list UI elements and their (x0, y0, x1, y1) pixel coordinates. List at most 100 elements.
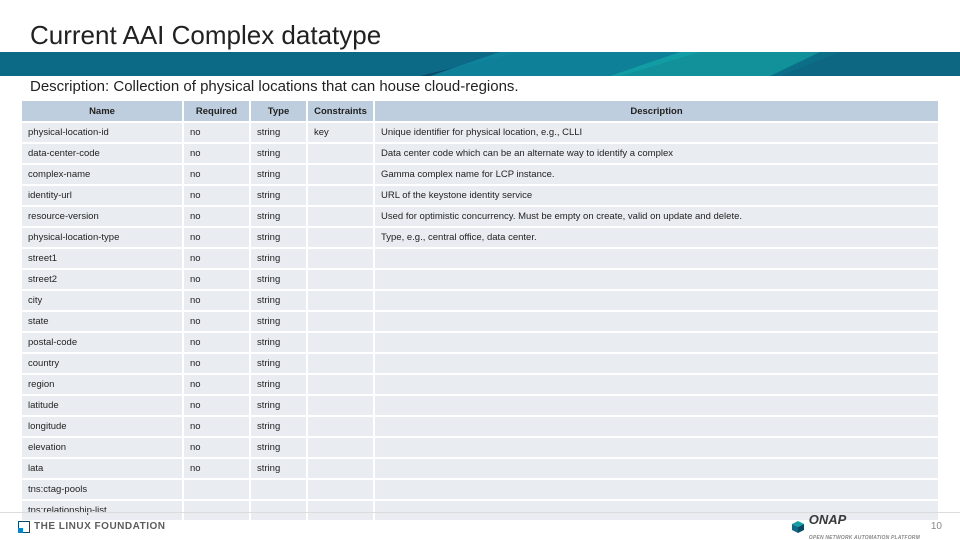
cell-constraints (308, 165, 373, 184)
cell-name: street2 (22, 270, 182, 289)
cell-desc (375, 333, 938, 352)
table-row: postal-codenostring (22, 333, 938, 352)
cell-type: string (251, 375, 306, 394)
onap-text: ONAP (809, 512, 847, 527)
col-required: Required (184, 101, 249, 121)
cell-type: string (251, 270, 306, 289)
cell-constraints (308, 354, 373, 373)
cell-type: string (251, 228, 306, 247)
cell-desc: Used for optimistic concurrency. Must be… (375, 207, 938, 226)
cell-required: no (184, 270, 249, 289)
page-title: Current AAI Complex datatype (0, 0, 960, 51)
cell-constraints (308, 186, 373, 205)
cell-name: city (22, 291, 182, 310)
cell-type: string (251, 186, 306, 205)
cell-name: street1 (22, 249, 182, 268)
cell-name: elevation (22, 438, 182, 457)
cell-desc: URL of the keystone identity service (375, 186, 938, 205)
table-row: resource-versionnostring Used for optimis… (22, 207, 938, 226)
cell-name: resource-version (22, 207, 182, 226)
cell-name: country (22, 354, 182, 373)
cell-name: identity-url (22, 186, 182, 205)
table-row: complex-namenostringGamma complex name f… (22, 165, 938, 184)
linux-foundation-icon (18, 521, 30, 533)
cell-name: lata (22, 459, 182, 478)
onap-logo: ONAP OPEN NETWORK AUTOMATION PLATFORM (791, 512, 920, 540)
cell-name: region (22, 375, 182, 394)
cell-desc (375, 438, 938, 457)
cell-type: string (251, 354, 306, 373)
cell-desc (375, 375, 938, 394)
cell-required: no (184, 228, 249, 247)
cell-constraints (308, 228, 373, 247)
cell-desc (375, 396, 938, 415)
footer-right: ONAP OPEN NETWORK AUTOMATION PLATFORM 10 (791, 512, 942, 540)
table-header-row: Name Required Type Constraints Descripti… (22, 101, 938, 121)
table-body: physical-location-idnostringkeyUnique id… (22, 123, 938, 520)
cell-constraints (308, 375, 373, 394)
col-description: Description (375, 101, 938, 121)
cell-required: no (184, 249, 249, 268)
cell-constraints (308, 144, 373, 163)
cell-constraints (308, 312, 373, 331)
cell-required: no (184, 165, 249, 184)
title-band-graphic (0, 52, 960, 76)
linux-foundation-logo: THE LINUX FOUNDATION (18, 521, 165, 533)
cell-required: no (184, 417, 249, 436)
table-row: regionnostring (22, 375, 938, 394)
cell-required: no (184, 123, 249, 142)
col-type: Type (251, 101, 306, 121)
cell-required: no (184, 333, 249, 352)
cell-required: no (184, 375, 249, 394)
cell-desc (375, 270, 938, 289)
cell-constraints (308, 291, 373, 310)
cell-required: no (184, 438, 249, 457)
cell-type: string (251, 459, 306, 478)
cell-required: no (184, 312, 249, 331)
cell-name: complex-name (22, 165, 182, 184)
cell-type: string (251, 207, 306, 226)
cell-required: no (184, 354, 249, 373)
cell-type: string (251, 249, 306, 268)
cell-required: no (184, 207, 249, 226)
cell-type: string (251, 144, 306, 163)
cell-constraints (308, 270, 373, 289)
table-row: statenostring (22, 312, 938, 331)
cell-name: data-center-code (22, 144, 182, 163)
table-row: data-center-codenostringData center code… (22, 144, 938, 163)
cell-required: no (184, 291, 249, 310)
page-number: 10 (928, 521, 942, 532)
cell-required (184, 480, 249, 499)
cell-desc: Unique identifier for physical location,… (375, 123, 938, 142)
cell-name: state (22, 312, 182, 331)
cell-type: string (251, 333, 306, 352)
datatype-table: Name Required Type Constraints Descripti… (20, 99, 940, 522)
cell-desc (375, 249, 938, 268)
cell-desc (375, 459, 938, 478)
cell-desc: Data center code which can be an alterna… (375, 144, 938, 163)
cell-desc (375, 417, 938, 436)
table-row: street1nostring (22, 249, 938, 268)
cell-type (251, 480, 306, 499)
footer: THE LINUX FOUNDATION ONAP OPEN NETWORK A… (0, 512, 960, 540)
cell-constraints (308, 438, 373, 457)
table-row: countrynostring (22, 354, 938, 373)
cell-name: tns:ctag-pools (22, 480, 182, 499)
cell-desc (375, 312, 938, 331)
cell-constraints: key (308, 123, 373, 142)
table-row: physical-location-idnostringkeyUnique id… (22, 123, 938, 142)
cell-constraints (308, 459, 373, 478)
table-row: latitudenostring (22, 396, 938, 415)
title-band: Current AAI Complex datatype (0, 0, 960, 70)
onap-subtext: OPEN NETWORK AUTOMATION PLATFORM (809, 535, 920, 540)
cell-type: string (251, 312, 306, 331)
cell-name: longitude (22, 417, 182, 436)
cell-constraints (308, 207, 373, 226)
cell-constraints (308, 333, 373, 352)
cell-type: string (251, 291, 306, 310)
table-wrap: Name Required Type Constraints Descripti… (0, 99, 960, 522)
cell-name: physical-location-id (22, 123, 182, 142)
table-row: elevationnostring (22, 438, 938, 457)
cell-name: latitude (22, 396, 182, 415)
cell-desc: Gamma complex name for LCP instance. (375, 165, 938, 184)
